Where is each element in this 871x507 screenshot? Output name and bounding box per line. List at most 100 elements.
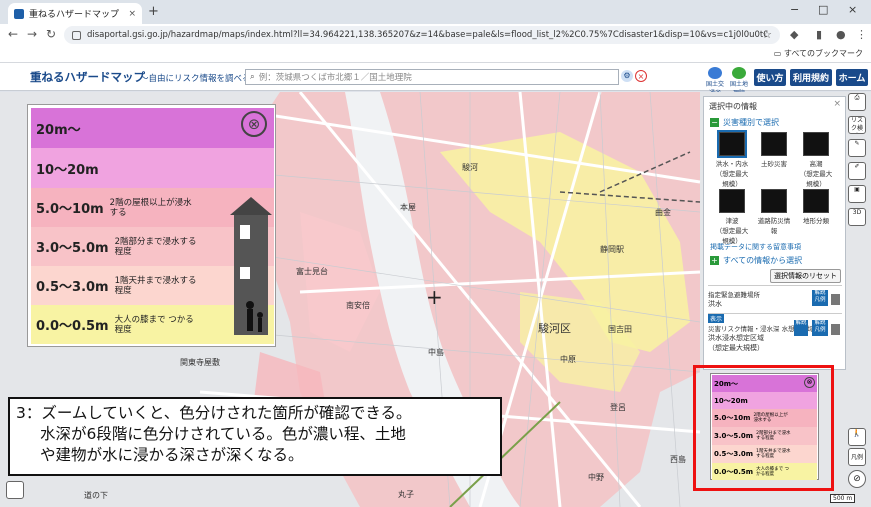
new-tab-icon[interactable]: + [148, 4, 159, 19]
browser-toolbar: ← → ↻ disaportal.gsi.go.jp/hazardmap/map… [0, 24, 871, 46]
legend-value: 20m～ [714, 379, 739, 388]
storm-surge-icon [803, 132, 829, 156]
legend-row-5-10m: 5.0～10m 2階の屋根以上が浸水する [712, 409, 817, 427]
usage-button[interactable]: 使い方 [754, 69, 786, 86]
hazard-label: 土砂災害 [761, 160, 787, 168]
window-close-icon[interactable]: × [848, 3, 857, 16]
hazard-label: 洪水・内水 [715, 160, 749, 168]
legend-button[interactable]: 解説 凡例 [812, 290, 828, 306]
extensions-icon[interactable]: ◆ [790, 28, 798, 41]
browser-tab[interactable]: 重ねるハザードマップ × [8, 3, 142, 24]
reset-button[interactable]: 選択情報のリセット [770, 269, 841, 283]
home-button[interactable]: ホーム [836, 69, 868, 86]
sidepanel-icon[interactable]: ▮ [816, 28, 822, 41]
toolbox-icon: ▣ [854, 186, 860, 193]
address-bar[interactable]: disaportal.gsi.go.jp/hazardmap/maps/inde… [64, 26, 780, 44]
explain-button[interactable]: 解説 [794, 320, 808, 336]
compass-icon[interactable]: ⊘ [848, 470, 866, 488]
toolbox-tool[interactable]: ▣ [848, 185, 866, 203]
legend-toggle[interactable]: 凡例 [848, 448, 866, 466]
print-tool[interactable]: ⎙ [848, 93, 866, 111]
select-by-type-label: 災害種別で選択 [723, 118, 779, 127]
notice-link[interactable]: 掲載データに関する留意事項 [710, 242, 801, 252]
menu-icon[interactable]: ⋮ [856, 28, 867, 41]
draw-tool[interactable]: ✎ [848, 139, 866, 157]
panel-close-icon[interactable]: × [833, 99, 841, 109]
legend-value: 0.0～0.5m [36, 319, 109, 334]
profile-icon[interactable]: ● [836, 28, 846, 41]
mlit-logo[interactable]: 国土交通省 [704, 67, 726, 97]
search-settings-icon[interactable]: ⚙ [621, 70, 633, 82]
map-center-crosshair-icon: + [426, 285, 443, 309]
map-label: 関東寺屋敷 [180, 358, 220, 367]
browser-tabstrip: 重ねるハザードマップ × + − □ × [0, 0, 871, 24]
tab-close-icon[interactable]: × [128, 9, 136, 19]
legend-value: 5.0～10m [714, 414, 751, 422]
tool-column: ⎙ リスク検索 ✎ ✐ ▣ 3D [848, 93, 866, 231]
risk-search-tool[interactable]: リスク検索 [848, 116, 866, 134]
search-clear-icon[interactable]: × [635, 70, 647, 82]
risk-search-label: リスク検索 [850, 117, 863, 132]
legend-button[interactable]: 解説 凡例 [812, 320, 828, 336]
search-placeholder: 例：茨城県つくば市北郷１／国土地理院 [258, 73, 412, 83]
screen: 重ねるハザードマップ × + − □ × ← → ↻ disaportal.gs… [0, 0, 871, 507]
forward-icon[interactable]: → [27, 27, 37, 41]
3d-tool[interactable]: 3D [848, 208, 866, 226]
hazard-label: 地形分類 [803, 217, 829, 225]
map-corner-icon[interactable] [6, 481, 24, 499]
map-label: 駿河 [462, 163, 478, 172]
hazard-storm-surge[interactable]: 高潮 （想定最大規模） [798, 132, 834, 188]
legend-row-0-0.5m: 0.0～0.5m 大人の膝まで つかる程度 [712, 463, 817, 480]
hazard-flood[interactable]: 洪水・内水 （想定最大規模） [714, 130, 750, 188]
maximize-icon[interactable]: □ [818, 3, 828, 16]
map-label: 中島 [428, 348, 444, 357]
hazard-landslide[interactable]: 土砂災害 [756, 132, 792, 168]
legend-close-icon[interactable]: ⊗ [241, 111, 267, 137]
depth-legend: 20m～ 10～20m 5.0～10m 2階の屋根以上が浸水する 3.0～5.0… [710, 373, 819, 480]
legend-value: 0.0～0.5m [714, 467, 754, 476]
legend-row-3-5m: 3.0～5.0m 2階部分まで浸水する程度 [712, 427, 817, 445]
legend-toggle-label: 凡例 [850, 454, 863, 461]
hazard-tsunami[interactable]: 津波 （想定最大規模） [714, 189, 750, 245]
trash-icon[interactable] [831, 324, 840, 335]
layer-name: 洪水浸水想定区域 [708, 334, 764, 342]
bookmark-star-icon[interactable]: ☆ [762, 28, 772, 41]
map-label: 国吉田 [608, 325, 632, 334]
legend-value: 0.5～3.0m [36, 280, 109, 295]
legend-value: 0.5～3.0m [714, 450, 754, 458]
back-icon[interactable]: ← [8, 27, 18, 41]
landslide-icon [761, 132, 787, 156]
app-header: 重ねるハザードマップ ～自由にリスク情報を調べる～ ⌕ 例：茨城県つくば市北郷１… [0, 63, 871, 97]
hazard-label: 高潮 [809, 160, 823, 168]
legend-desc: 2階部分まで浸水する程度 [756, 431, 791, 441]
all-bookmarks-label: すべてのブックマーク [783, 49, 863, 58]
tab-title: 重ねるハザードマップ [29, 10, 120, 20]
site-favicon-icon [14, 8, 24, 19]
tsunami-icon [719, 189, 745, 213]
map-label: 中原 [560, 355, 576, 364]
select-by-type[interactable]: − 災害種別で選択 [710, 117, 779, 128]
legend-value: 3.0～5.0m [714, 432, 754, 440]
hazard-road[interactable]: 道路防災情報 [756, 189, 792, 235]
search-input[interactable]: ⌕ 例：茨城県つくば市北郷１／国土地理院 [245, 69, 619, 85]
hazard-label: 津波 [725, 217, 739, 225]
minimize-icon[interactable]: − [790, 3, 799, 16]
terms-button[interactable]: 利用規約 [790, 69, 832, 86]
gsi-logo-icon [732, 67, 746, 79]
app-title[interactable]: 重ねるハザードマップ [30, 69, 145, 85]
all-bookmarks[interactable]: ▭ すべてのブックマーク [774, 48, 863, 59]
landform-icon [803, 189, 829, 213]
hazard-landform[interactable]: 地形分類 [798, 189, 834, 225]
legend-close-icon[interactable]: ⊗ [804, 377, 815, 388]
select-all-info[interactable]: + すべての情報から選択 [710, 255, 802, 266]
reload-icon[interactable]: ↻ [46, 27, 56, 41]
walk-icon[interactable]: 🚶 [848, 428, 866, 446]
trash-icon[interactable] [831, 294, 840, 305]
legend-value: 10～20m [714, 396, 748, 405]
plus-icon: + [710, 256, 719, 265]
edit-tool[interactable]: ✐ [848, 162, 866, 180]
pen-icon: ✐ [854, 163, 860, 170]
legend-row-20m: 20m～ [31, 108, 274, 148]
site-info-icon[interactable] [72, 30, 81, 40]
gsi-logo[interactable]: 国土地理院 [728, 67, 750, 97]
